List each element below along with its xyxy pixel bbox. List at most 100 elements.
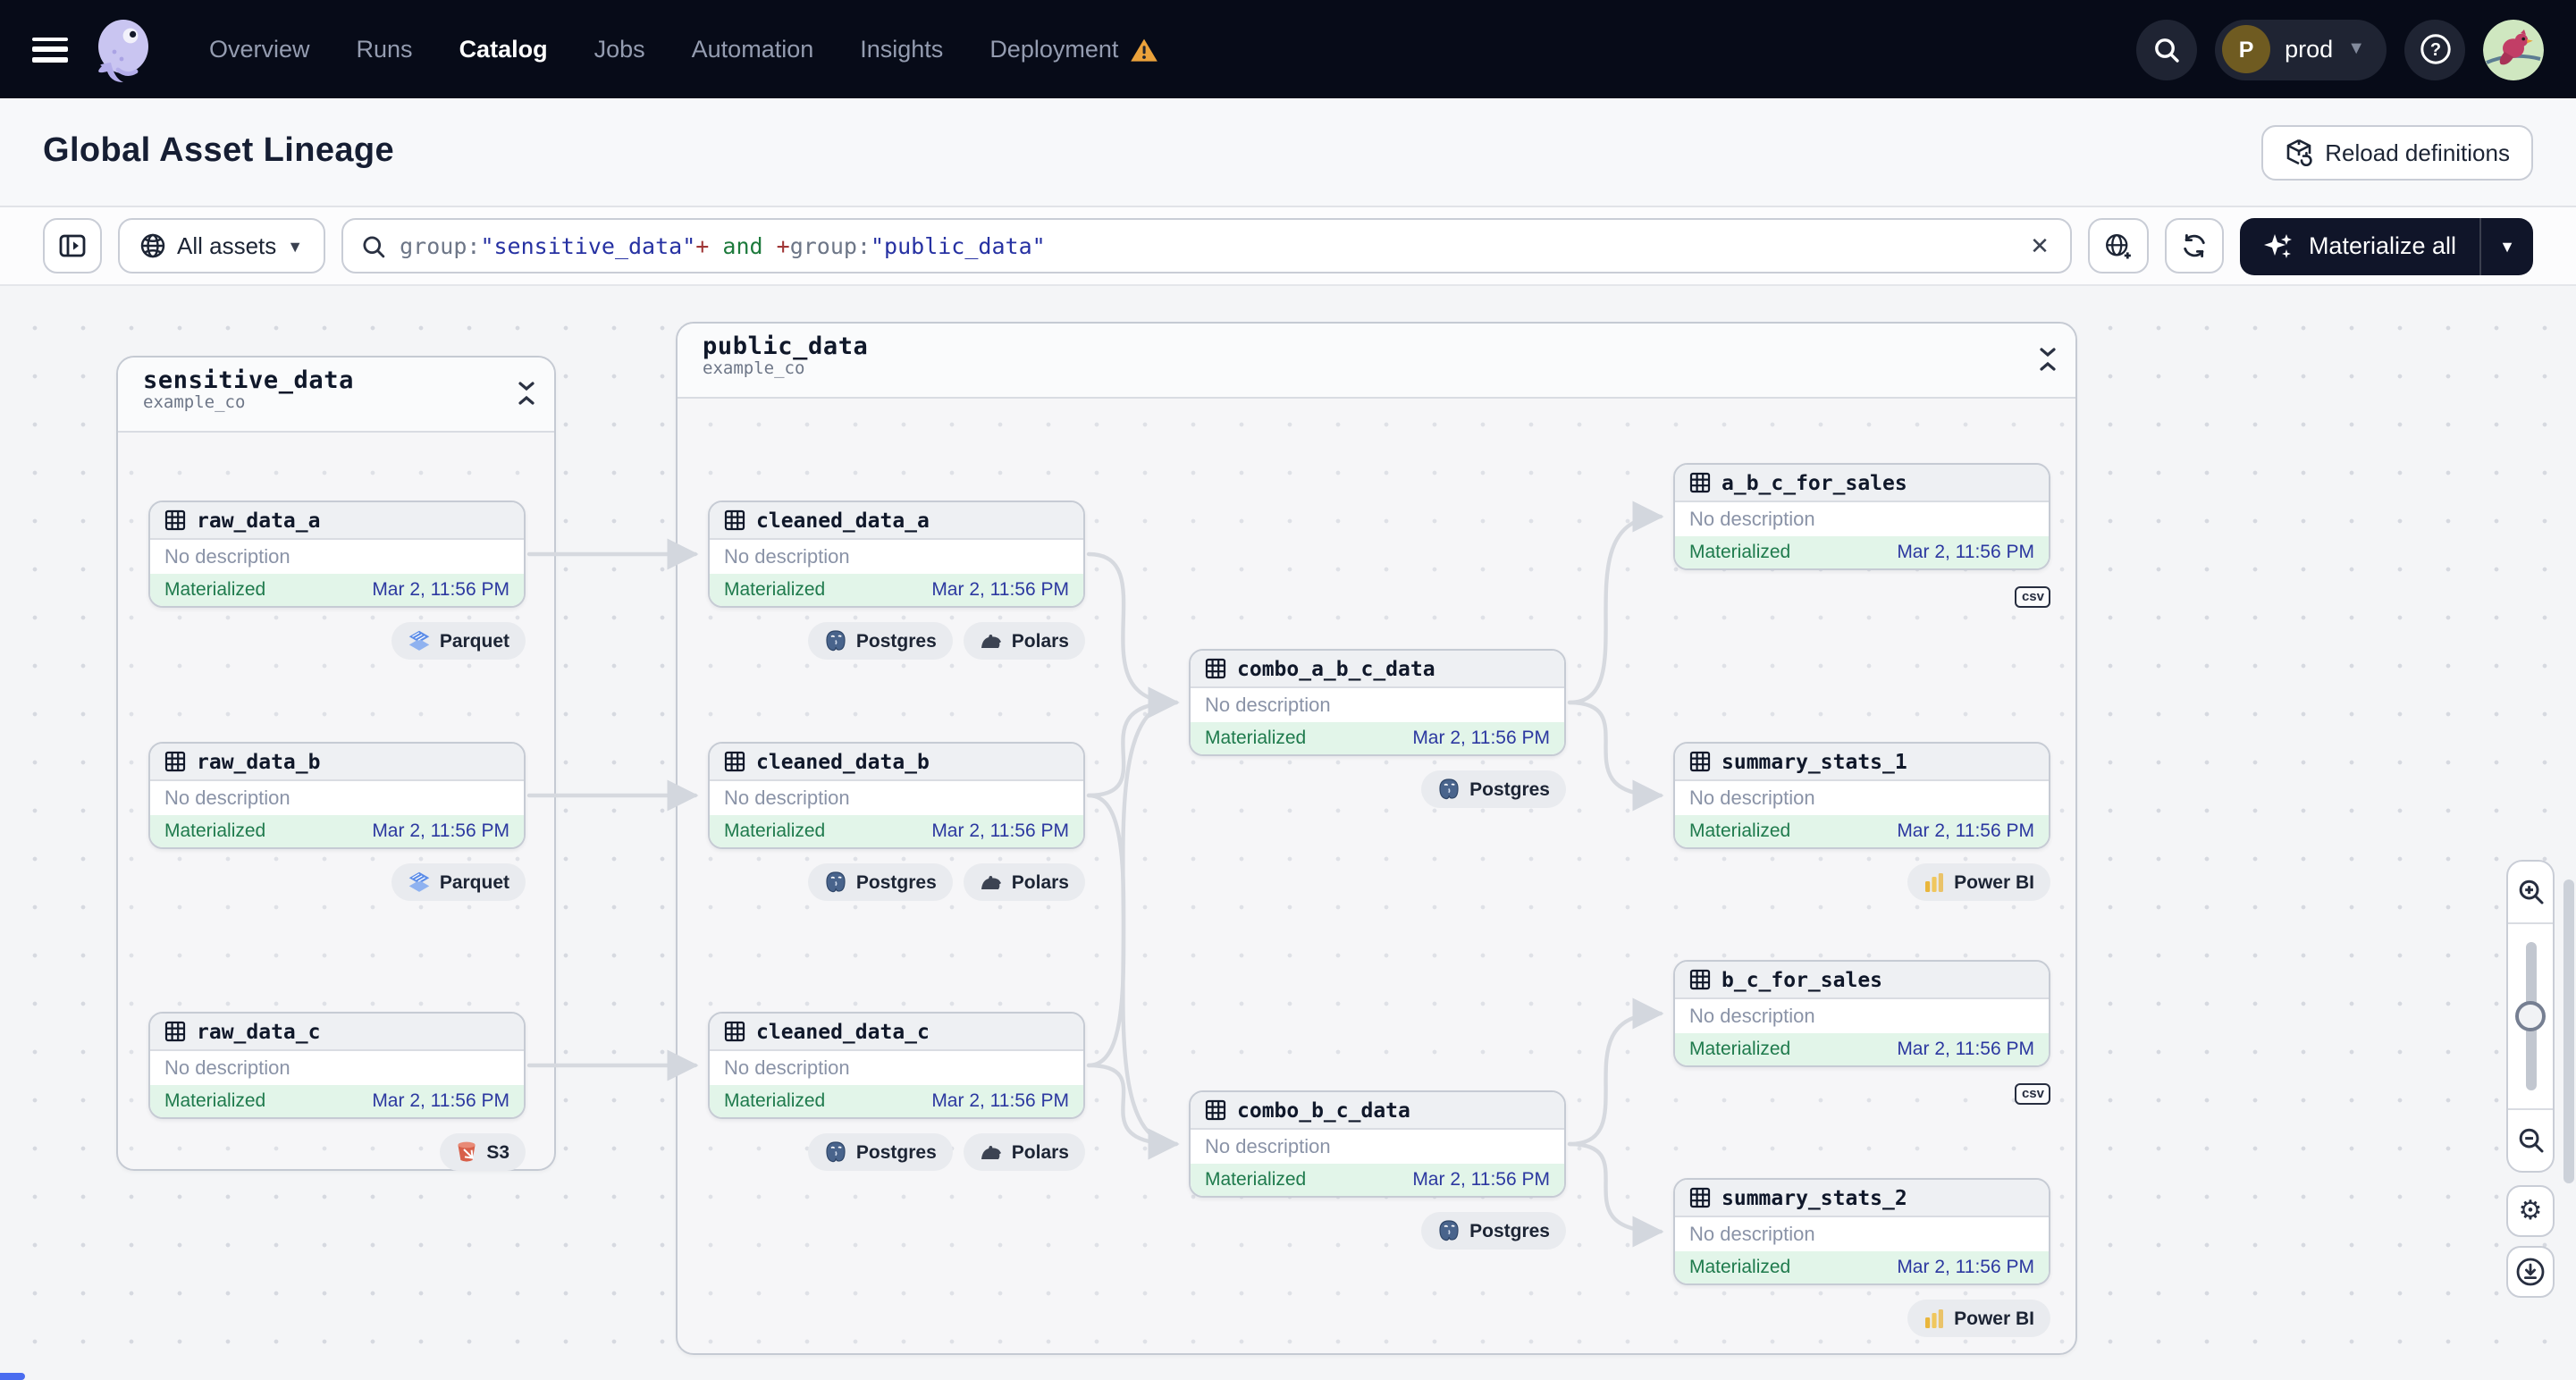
nav-item-insights[interactable]: Insights bbox=[840, 25, 963, 73]
globe-icon bbox=[140, 233, 165, 258]
tag-csv[interactable]: csv bbox=[2015, 585, 2050, 610]
tag-power-bi[interactable]: Power BI bbox=[1907, 1300, 2050, 1337]
node-name: summary_stats_2 bbox=[1722, 1185, 1907, 1210]
reload-definitions-button[interactable]: Reload definitions bbox=[2260, 124, 2533, 180]
zoom-slider-thumb[interactable] bbox=[2515, 1001, 2546, 1031]
tag-postgres[interactable]: Postgres bbox=[807, 863, 953, 901]
materialized-time[interactable]: Mar 2, 11:56 PM bbox=[1897, 820, 2034, 842]
tag-postgres[interactable]: Postgres bbox=[807, 622, 953, 660]
materialized-time[interactable]: Mar 2, 11:56 PM bbox=[1897, 1039, 2034, 1060]
asset-search-input[interactable]: group:"sensitive_data"+ and +group:"publ… bbox=[341, 218, 2073, 273]
zoom-in-button[interactable] bbox=[2508, 862, 2553, 922]
tag-polars[interactable]: Polars bbox=[963, 622, 1085, 660]
query-segment: "sensitive_data" bbox=[480, 232, 696, 259]
materialized-time[interactable]: Mar 2, 11:56 PM bbox=[1897, 542, 2034, 563]
query-segment: + bbox=[776, 232, 790, 259]
edge-combo_b_c_data-to-summary_stats_2 bbox=[1567, 1141, 1664, 1248]
new-asset-group-button[interactable] bbox=[2088, 218, 2150, 273]
download-view-button[interactable] bbox=[2506, 1246, 2555, 1298]
nav-item-label: Overview bbox=[209, 36, 310, 63]
asset-node-raw_data_a[interactable]: raw_data_a No description Materialized M… bbox=[148, 501, 526, 608]
csv-icon: csv bbox=[2015, 586, 2050, 608]
nav-item-catalog[interactable]: Catalog bbox=[440, 25, 568, 73]
asset-filter-dropdown[interactable]: All assets ▼ bbox=[118, 218, 325, 273]
node-header: raw_data_c bbox=[150, 1014, 524, 1051]
zoom-slider[interactable] bbox=[2508, 922, 2553, 1110]
materialized-time[interactable]: Mar 2, 11:56 PM bbox=[931, 820, 1069, 842]
asset-node-a_b_c_for_sales[interactable]: a_b_c_for_sales No description Materiali… bbox=[1673, 463, 2050, 570]
asset-node-b_c_for_sales[interactable]: b_c_for_sales No description Materialize… bbox=[1673, 960, 2050, 1067]
nav-item-automation[interactable]: Automation bbox=[672, 25, 834, 73]
node-tags-summary_stats_2: Power BI bbox=[1673, 1300, 2050, 1337]
warning-icon bbox=[1130, 38, 1158, 61]
tag-label: S3 bbox=[486, 1141, 509, 1163]
refresh-button[interactable] bbox=[2165, 218, 2225, 273]
asset-node-summary_stats_2[interactable]: summary_stats_2 No description Materiali… bbox=[1673, 1178, 2050, 1285]
download-icon bbox=[2516, 1258, 2545, 1286]
tag-csv[interactable]: csv bbox=[2015, 1081, 2050, 1107]
horizontal-scroll-indicator[interactable] bbox=[0, 1373, 25, 1380]
edge-combo_a_b_c_data-to-a_b_c_for_sales bbox=[1567, 501, 1664, 705]
materialized-status: Materialized bbox=[724, 1090, 826, 1112]
tag-label: Polars bbox=[1011, 871, 1069, 893]
tag-parquet[interactable]: Parquet bbox=[391, 863, 526, 901]
node-description: No description bbox=[1689, 787, 1815, 809]
asset-node-cleaned_data_b[interactable]: cleaned_data_b No description Materializ… bbox=[708, 742, 1085, 849]
asset-node-cleaned_data_c[interactable]: cleaned_data_c No description Materializ… bbox=[708, 1012, 1085, 1119]
scrollbar-thumb[interactable] bbox=[2563, 879, 2574, 1183]
materialized-status: Materialized bbox=[1689, 1039, 1791, 1060]
materialized-time[interactable]: Mar 2, 11:56 PM bbox=[372, 579, 509, 601]
menu-icon[interactable] bbox=[32, 37, 68, 62]
asset-node-combo_a_b_c_data[interactable]: combo_a_b_c_data No description Material… bbox=[1189, 649, 1566, 756]
user-avatar[interactable] bbox=[2483, 19, 2544, 80]
tag-label: Power BI bbox=[1954, 871, 2034, 893]
materialize-options-caret[interactable]: ▼ bbox=[2481, 217, 2533, 274]
nav-item-deployment[interactable]: Deployment bbox=[970, 25, 1177, 73]
materialized-time[interactable]: Mar 2, 11:56 PM bbox=[931, 1090, 1069, 1112]
materialized-time[interactable]: Mar 2, 11:56 PM bbox=[1897, 1257, 2034, 1278]
nav-item-runs[interactable]: Runs bbox=[337, 25, 433, 73]
node-name: b_c_for_sales bbox=[1722, 967, 1883, 992]
tag-parquet[interactable]: Parquet bbox=[391, 622, 526, 660]
nav-item-jobs[interactable]: Jobs bbox=[575, 25, 665, 73]
asset-node-combo_b_c_data[interactable]: combo_b_c_data No description Materializ… bbox=[1189, 1090, 1566, 1198]
node-header: cleaned_data_b bbox=[710, 744, 1083, 781]
tag-postgres[interactable]: Postgres bbox=[1421, 770, 1566, 808]
panel-toggle-icon bbox=[59, 234, 86, 257]
table-icon bbox=[1689, 751, 1711, 772]
nav-item-overview[interactable]: Overview bbox=[189, 25, 330, 73]
tag-polars[interactable]: Polars bbox=[963, 1133, 1085, 1171]
tag-polars[interactable]: Polars bbox=[963, 863, 1085, 901]
vertical-scrollbar[interactable] bbox=[2563, 290, 2574, 1376]
tag-s3[interactable]: S3 bbox=[440, 1133, 526, 1171]
chevron-down-icon: ▼ bbox=[2347, 39, 2365, 59]
graph-settings-button[interactable]: ⚙ bbox=[2506, 1185, 2555, 1237]
search-icon[interactable] bbox=[2136, 19, 2198, 80]
lineage-canvas[interactable]: sensitive_data example_co public_data ex… bbox=[0, 286, 2576, 1380]
zoom-out-button[interactable] bbox=[2508, 1110, 2553, 1171]
environment-switcher[interactable]: P prod ▼ bbox=[2215, 19, 2387, 80]
materialized-time[interactable]: Mar 2, 11:56 PM bbox=[931, 579, 1069, 601]
asset-node-raw_data_b[interactable]: raw_data_b No description Materialized M… bbox=[148, 742, 526, 849]
materialized-status: Materialized bbox=[1689, 820, 1791, 842]
materialize-all-button[interactable]: Materialize all ▼ bbox=[2240, 217, 2533, 274]
node-name: combo_b_c_data bbox=[1237, 1098, 1410, 1123]
asset-node-raw_data_c[interactable]: raw_data_c No description Materialized M… bbox=[148, 1012, 526, 1119]
materialized-time[interactable]: Mar 2, 11:56 PM bbox=[1412, 728, 1550, 749]
tag-power-bi[interactable]: Power BI bbox=[1907, 863, 2050, 901]
dagster-logo-icon[interactable] bbox=[93, 15, 157, 83]
clear-search-icon[interactable]: ✕ bbox=[2026, 231, 2053, 260]
materialized-time[interactable]: Mar 2, 11:56 PM bbox=[372, 820, 509, 842]
gear-icon: ⚙ bbox=[2518, 1196, 2543, 1226]
materialized-time[interactable]: Mar 2, 11:56 PM bbox=[1412, 1169, 1550, 1191]
materialized-time[interactable]: Mar 2, 11:56 PM bbox=[372, 1090, 509, 1112]
tag-postgres[interactable]: Postgres bbox=[1421, 1212, 1566, 1250]
asset-node-cleaned_data_a[interactable]: cleaned_data_a No description Materializ… bbox=[708, 501, 1085, 608]
expand-panel-button[interactable] bbox=[43, 218, 102, 273]
asset-node-summary_stats_1[interactable]: summary_stats_1 No description Materiali… bbox=[1673, 742, 2050, 849]
node-header: cleaned_data_c bbox=[710, 1014, 1083, 1051]
node-name: summary_stats_1 bbox=[1722, 749, 1907, 774]
edge-combo_b_c_data-to-b_c_for_sales bbox=[1567, 997, 1664, 1147]
help-icon[interactable]: ? bbox=[2404, 19, 2465, 80]
tag-postgres[interactable]: Postgres bbox=[807, 1133, 953, 1171]
